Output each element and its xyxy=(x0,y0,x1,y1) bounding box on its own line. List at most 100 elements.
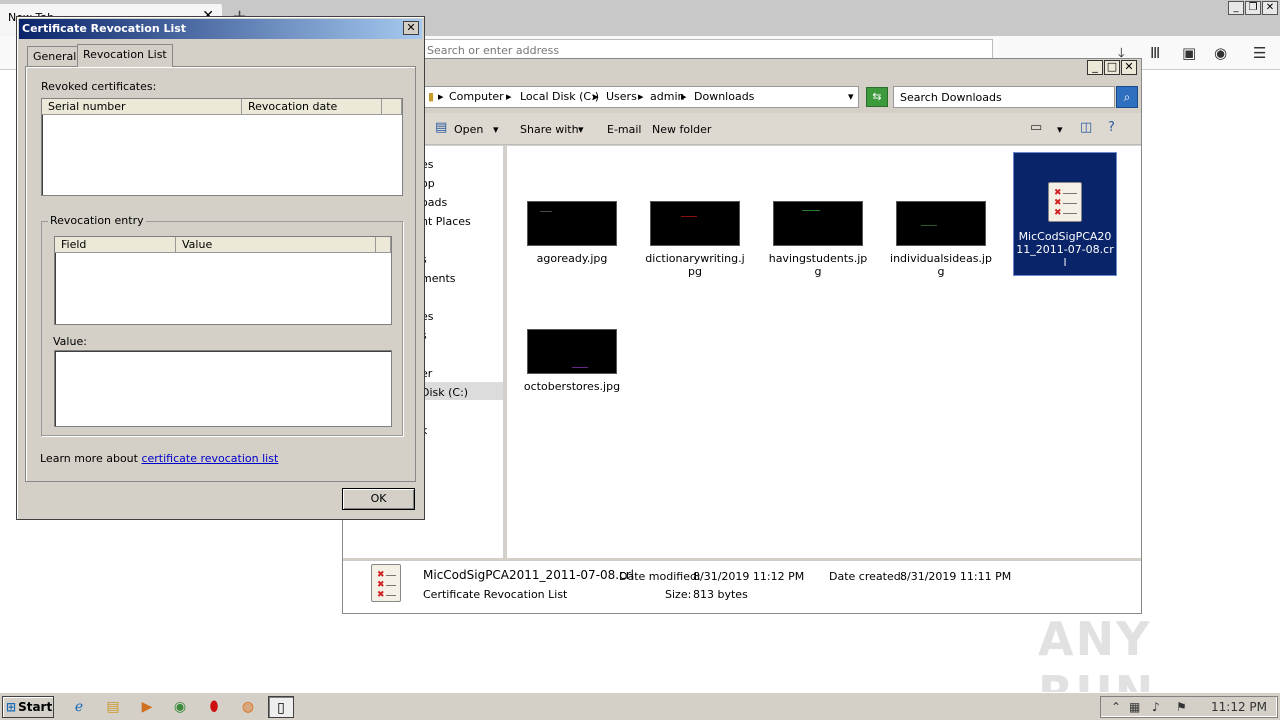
revocation-entry-list[interactable]: Field Value xyxy=(54,236,392,325)
file-list: agoready.jpg dictionarywriting.jpg havin… xyxy=(507,146,1141,558)
sidebar-icon[interactable]: ▣ xyxy=(1182,44,1196,62)
library-icon[interactable]: Ⅲ xyxy=(1150,44,1160,62)
breadcrumb-admin[interactable]: admin xyxy=(650,90,684,103)
action-center-flag-icon[interactable]: ⚑ xyxy=(1176,700,1187,714)
ok-button[interactable]: OK xyxy=(342,488,415,510)
image-thumbnail xyxy=(896,201,986,246)
address-bar[interactable]: ▮ ▸ Computer ▸ Local Disk (C:) ▸ Users ▸… xyxy=(423,86,859,108)
date-modified-label: Date modified: xyxy=(619,570,701,583)
column-spacer xyxy=(376,237,391,253)
preview-pane-icon[interactable]: ◫ xyxy=(1080,120,1092,135)
restore-icon[interactable]: ❐ xyxy=(1245,1,1261,15)
start-label: Start xyxy=(18,700,53,714)
view-icon[interactable]: ▭ xyxy=(1030,120,1042,135)
dialog-title-bar[interactable]: Certificate Revocation List ✕ xyxy=(19,19,422,39)
refresh-button[interactable]: ⇆ xyxy=(866,87,888,107)
tab-revocation-list[interactable]: Revocation List xyxy=(77,44,173,67)
breadcrumb-computer[interactable]: Computer xyxy=(449,90,504,103)
taskbar: ⊞ Start ℯ ▤ ▶ ◉ ⬮ ◍ ▯ ⌃ ▦ ♪ ⚑ 11:12 PM xyxy=(0,692,1280,720)
minimize-icon[interactable]: _ xyxy=(1228,1,1244,15)
ie-icon[interactable]: ℯ xyxy=(66,696,92,718)
clock[interactable]: 11:12 PM xyxy=(1211,700,1267,714)
nav-item[interactable]: ments xyxy=(421,272,456,285)
column-value[interactable]: Value xyxy=(176,237,376,253)
revoked-certificates-label: Revoked certificates: xyxy=(41,80,157,93)
value-textbox[interactable] xyxy=(54,350,392,427)
account-icon[interactable]: ◉ xyxy=(1214,44,1227,62)
revocation-entry-group: Revocation entry Field Value Value: xyxy=(41,214,403,436)
chevron-down-icon[interactable]: ▾ xyxy=(848,90,854,103)
new-folder-button[interactable]: New folder xyxy=(652,123,711,136)
certificate-list-icon: ✖ ✖ ✖ xyxy=(371,564,401,602)
close-icon[interactable]: ✕ xyxy=(1121,60,1137,75)
image-thumbnail xyxy=(773,201,863,246)
maximize-icon[interactable]: □ xyxy=(1104,60,1120,75)
tab-general[interactable]: General xyxy=(27,46,83,66)
details-type: Certificate Revocation List xyxy=(423,588,568,601)
command-bar: ▤ Open ▾ Share with ▾ E-mail New folder … xyxy=(343,113,1141,145)
media-player-icon[interactable]: ▶ xyxy=(134,696,160,718)
revoked-certificates-list[interactable]: Serial number Revocation date xyxy=(41,98,403,196)
search-placeholder: Search Downloads xyxy=(900,91,1002,104)
minimize-icon[interactable]: _ xyxy=(1087,60,1103,75)
start-button[interactable]: ⊞ Start xyxy=(2,696,54,718)
breadcrumb-separator-icon: ▸ xyxy=(638,90,644,103)
value-label: Value: xyxy=(53,335,87,348)
file-name: individualsideas.jpg xyxy=(890,252,992,278)
breadcrumb-downloads[interactable]: Downloads xyxy=(694,90,754,103)
file-item-selected[interactable]: ✖ ✖ ✖ MicCodSigPCA2011_2011-07-08.crl xyxy=(1013,152,1117,276)
file-name: dictionarywriting.jpg xyxy=(645,252,745,278)
folder-icon: ▮ xyxy=(428,90,435,103)
open-button[interactable]: Open xyxy=(454,123,483,136)
crl-viewer-icon[interactable]: ▯ xyxy=(268,696,294,718)
windows-logo-icon: ⊞ xyxy=(6,700,17,714)
file-name: octoberstores.jpg xyxy=(523,380,621,393)
search-icon[interactable]: ⌕ xyxy=(1116,86,1138,108)
email-button[interactable]: E-mail xyxy=(607,123,642,136)
breadcrumb-local-disk[interactable]: Local Disk (C:) xyxy=(520,90,599,103)
file-item[interactable]: dictionarywriting.jpg xyxy=(643,201,747,278)
close-icon[interactable]: ✕ xyxy=(403,21,419,35)
firefox-icon[interactable]: ◍ xyxy=(235,696,261,718)
menu-icon[interactable]: ☰ xyxy=(1253,44,1266,62)
chevron-down-icon[interactable]: ▾ xyxy=(578,123,584,136)
breadcrumb-users[interactable]: Users xyxy=(606,90,637,103)
nav-item-local-disk[interactable]: Disk (C:) xyxy=(421,386,468,399)
search-input[interactable]: Search Downloads xyxy=(893,86,1115,108)
size-label: Size: xyxy=(665,588,692,601)
help-icon[interactable]: ? xyxy=(1108,120,1115,135)
file-name: havingstudents.jpg xyxy=(768,252,868,278)
image-thumbnail xyxy=(650,201,740,246)
file-item[interactable]: individualsideas.jpg xyxy=(889,201,993,278)
size-value: 813 bytes xyxy=(693,588,748,601)
system-tray: ⌃ ▦ ♪ ⚑ 11:12 PM xyxy=(1100,696,1278,718)
network-icon[interactable]: ▦ xyxy=(1129,700,1140,714)
learn-more-link[interactable]: certificate revocation list xyxy=(141,452,278,465)
chrome-icon[interactable]: ◉ xyxy=(167,696,193,718)
date-created-value: 8/31/2019 11:11 PM xyxy=(900,570,1012,583)
column-field[interactable]: Field xyxy=(55,237,176,253)
url-placeholder: Search or enter address xyxy=(427,44,560,57)
nav-item[interactable]: nt Places xyxy=(421,215,471,228)
show-hidden-icons-icon[interactable]: ⌃ xyxy=(1111,700,1121,714)
image-thumbnail xyxy=(527,329,617,374)
learn-more-text: Learn more about certificate revocation … xyxy=(40,452,278,465)
chevron-down-icon[interactable]: ▾ xyxy=(1057,123,1063,136)
chevron-down-icon[interactable]: ▾ xyxy=(493,123,499,136)
details-filename: MicCodSigPCA2011_2011-07-08.crl xyxy=(423,568,634,582)
opera-icon[interactable]: ⬮ xyxy=(201,696,227,718)
open-icon: ▤ xyxy=(435,120,448,135)
column-serial-number[interactable]: Serial number xyxy=(42,99,242,115)
file-item[interactable]: havingstudents.jpg xyxy=(766,201,870,278)
breadcrumb-separator-icon: ▸ xyxy=(506,90,512,103)
learn-more-prefix: Learn more about xyxy=(40,452,142,465)
column-revocation-date[interactable]: Revocation date xyxy=(242,99,382,115)
date-created-label: Date created: xyxy=(829,570,905,583)
share-with-button[interactable]: Share with xyxy=(520,123,579,136)
volume-icon[interactable]: ♪ xyxy=(1152,700,1160,714)
close-icon[interactable]: ✕ xyxy=(1262,1,1278,15)
file-name: agoready.jpg xyxy=(536,252,608,265)
explorer-icon[interactable]: ▤ xyxy=(100,696,126,718)
file-item[interactable]: octoberstores.jpg xyxy=(520,329,624,393)
file-item[interactable]: agoready.jpg xyxy=(520,201,624,265)
